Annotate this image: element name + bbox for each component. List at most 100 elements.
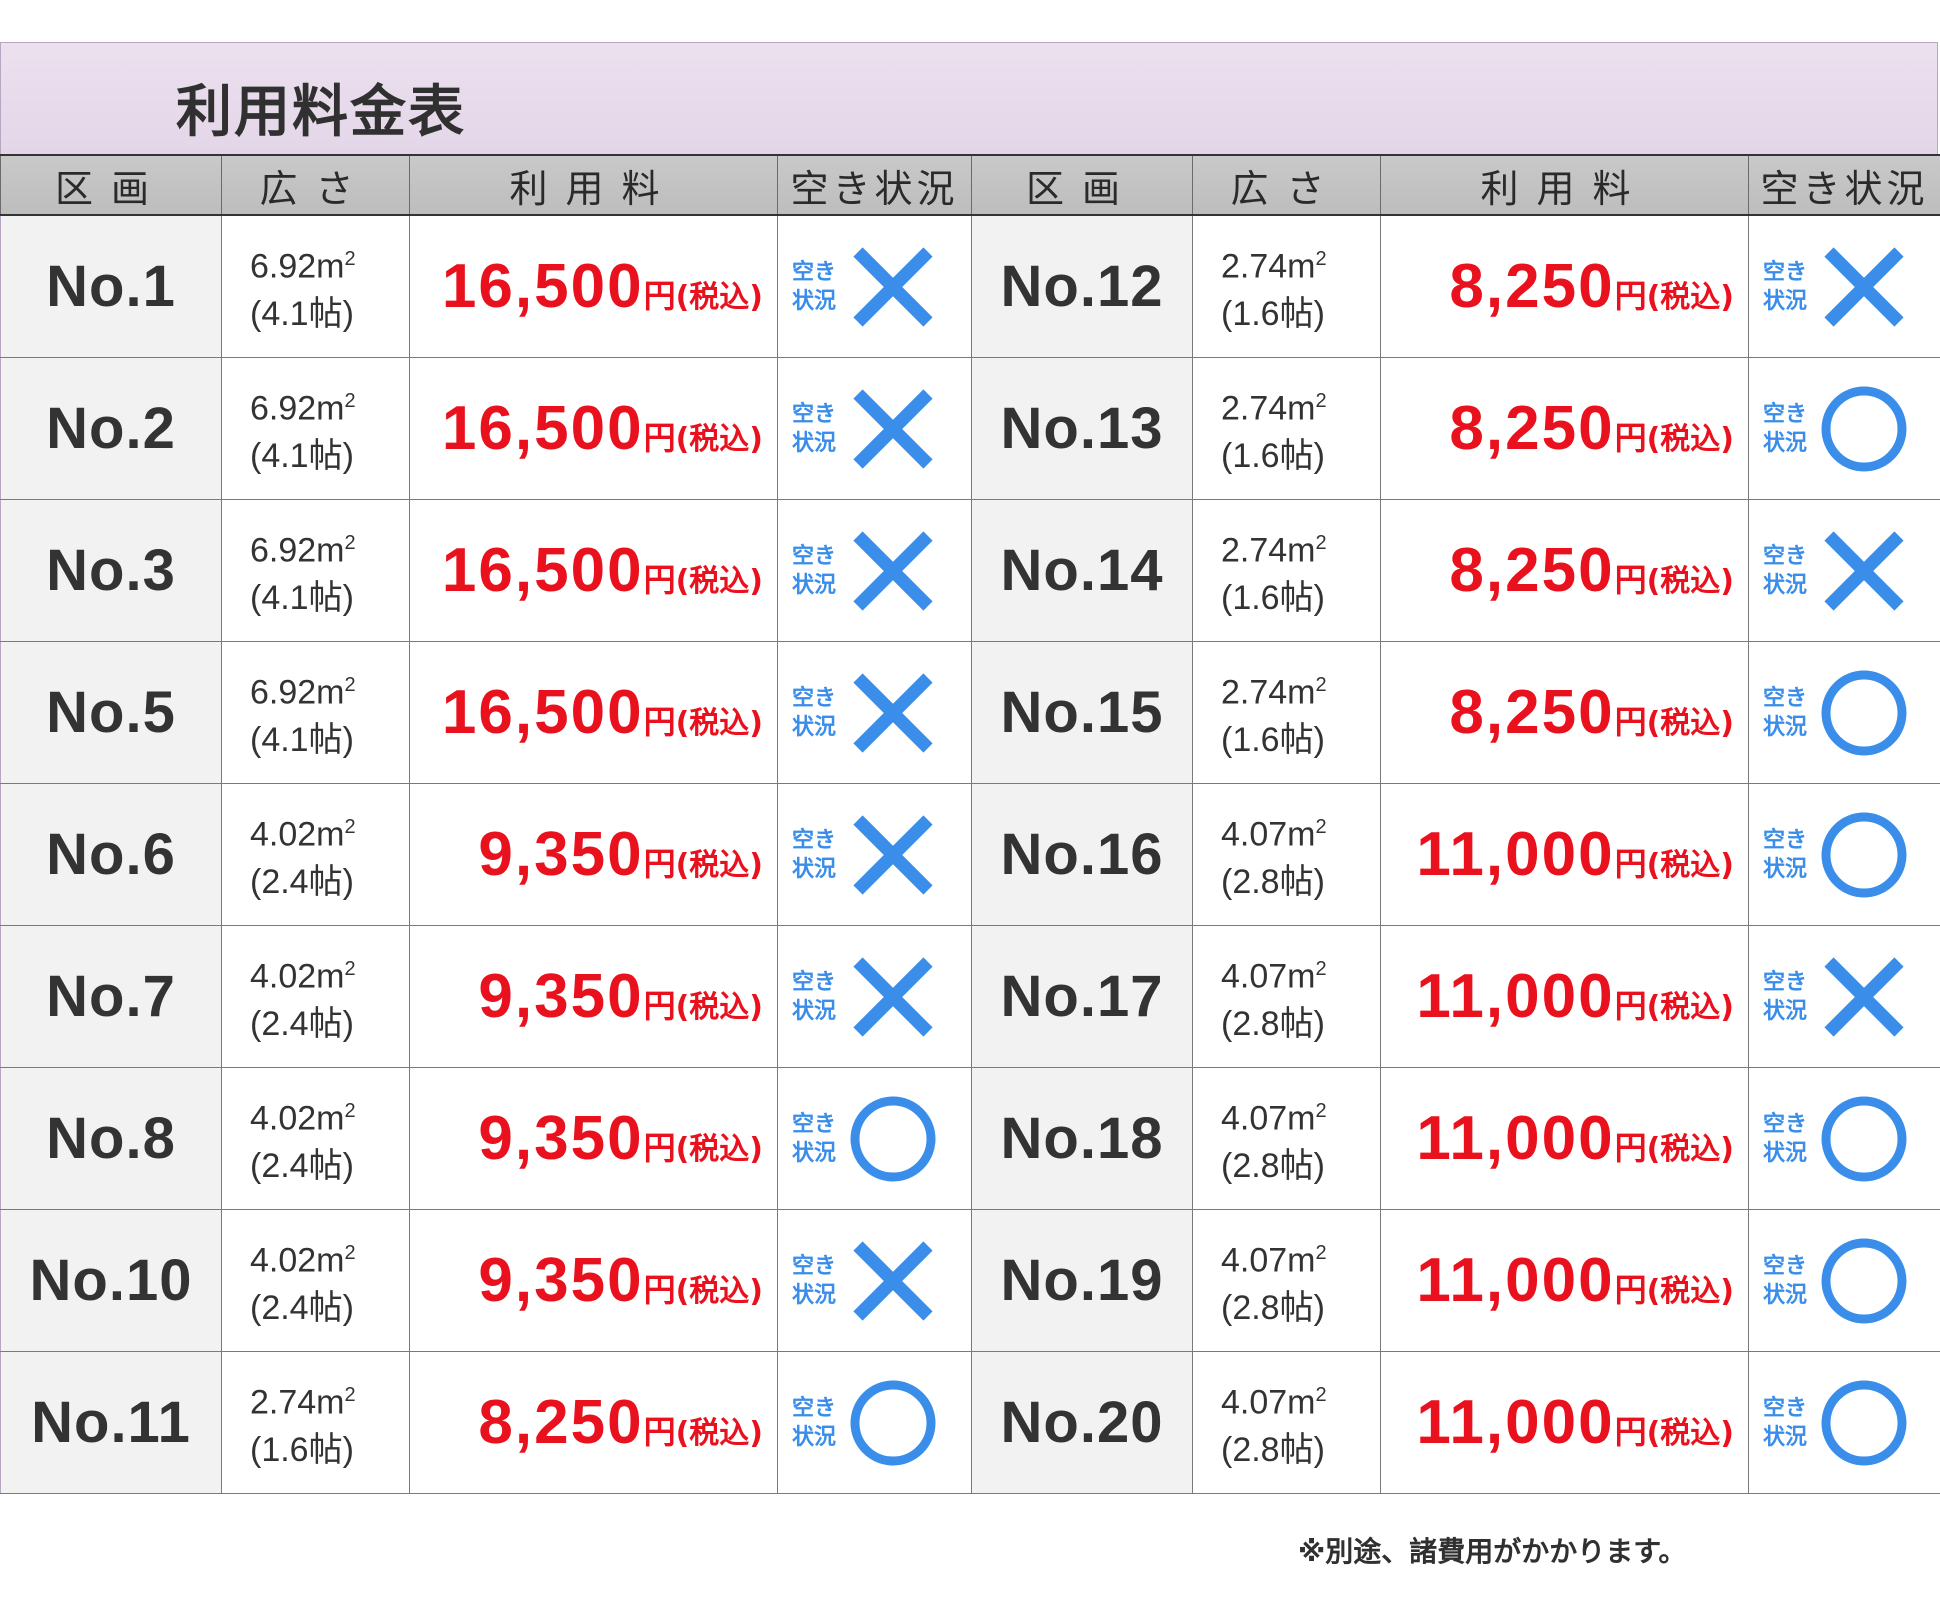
area-cell: 4.07m2 (2.8帖) xyxy=(1192,1351,1381,1494)
price-value: 8,250 xyxy=(1449,536,1615,605)
area-jo: (4.1帖) xyxy=(250,295,354,334)
unavailable-cross-icon xyxy=(853,957,933,1037)
section-number: No.14 xyxy=(971,499,1193,642)
available-circle-icon xyxy=(1821,1096,1907,1182)
unavailable-cross-icon xyxy=(853,815,933,895)
status-label-line1: 空き xyxy=(792,1112,837,1137)
area-superscript: 2 xyxy=(344,957,356,980)
unavailable-cross-icon xyxy=(853,247,933,327)
table-row: No.3 6.92m2 (4.1帖) 16,500円(税込) 空き 状況 No.14 2.74… xyxy=(0,499,1940,642)
price-table: 区画 広さ 利用料 空き状況 区画 広さ 利用料 空き状況 No.1 6.92m2… xyxy=(0,154,1940,1494)
section-number: No.7 xyxy=(0,925,222,1068)
price-tax: (税込) xyxy=(1646,422,1734,457)
table-row: No.2 6.92m2 (4.1帖) 16,500円(税込) 空き 状況 No.13 2.74… xyxy=(0,357,1940,500)
status-label: 空き 状況 xyxy=(792,400,836,458)
header-status: 空き状況 xyxy=(1748,154,1940,216)
price-value: 8,250 xyxy=(478,1388,644,1457)
area-superscript: 2 xyxy=(344,1241,356,1264)
area-m2: 2.74m xyxy=(1221,531,1316,570)
price-cell: 8,250円(税込) xyxy=(1380,641,1749,784)
area-superscript: 2 xyxy=(344,531,356,554)
price-value: 11,000 xyxy=(1416,820,1615,889)
price-value: 11,000 xyxy=(1416,962,1615,1031)
price-cell: 8,250円(税込) xyxy=(409,1351,778,1494)
area-jo: (2.8帖) xyxy=(1221,1147,1325,1186)
unavailable-cross-icon xyxy=(1824,531,1904,611)
area-jo: (2.8帖) xyxy=(1221,1431,1325,1470)
area-superscript: 2 xyxy=(1315,673,1327,696)
price-unit: 円 xyxy=(643,703,676,741)
price-tax: (税込) xyxy=(1646,1132,1734,1167)
price-unit: 円 xyxy=(1614,1413,1647,1451)
status-label: 空き 状況 xyxy=(792,542,836,600)
area-m2: 4.07m xyxy=(1221,1383,1316,1422)
status-label: 空き 状況 xyxy=(792,1110,836,1168)
price-unit: 円 xyxy=(643,561,676,599)
status-label-line1: 空き xyxy=(792,402,837,427)
area-superscript: 2 xyxy=(344,815,356,838)
status-label: 空き 状況 xyxy=(792,1394,836,1452)
area-cell: 2.74m2 (1.6帖) xyxy=(1192,214,1381,358)
unavailable-cross-icon xyxy=(853,1241,933,1321)
area-jo: (1.6帖) xyxy=(1221,295,1325,334)
available-circle-icon xyxy=(1821,386,1907,472)
status-label-line1: 空き xyxy=(1763,1254,1808,1279)
price-cell: 16,500円(税込) xyxy=(409,641,778,784)
price-value: 9,350 xyxy=(478,1246,644,1315)
area-superscript: 2 xyxy=(344,389,356,412)
section-number: No.20 xyxy=(971,1351,1193,1494)
status-label-line1: 空き xyxy=(1763,1396,1808,1421)
area-superscript: 2 xyxy=(1315,389,1327,412)
section-number: No.6 xyxy=(0,783,222,926)
price-tax: (税込) xyxy=(675,280,763,315)
price-value: 11,000 xyxy=(1416,1246,1615,1315)
area-m2: 2.74m xyxy=(1221,673,1316,712)
available-circle-icon xyxy=(1821,1380,1907,1466)
status-label: 空き 状況 xyxy=(1763,968,1807,1026)
unavailable-cross-icon xyxy=(1824,957,1904,1037)
status-label-line2: 状況 xyxy=(792,1283,837,1308)
availability-cell: 空き 状況 xyxy=(777,499,972,642)
area-m2: 4.07m xyxy=(1221,1099,1316,1138)
area-jo: (2.8帖) xyxy=(1221,1289,1325,1328)
area-jo: (2.8帖) xyxy=(1221,1005,1325,1044)
availability-cell: 空き 状況 xyxy=(1748,925,1940,1068)
price-tax: (税込) xyxy=(1646,990,1734,1025)
status-label: 空き 状況 xyxy=(1763,1252,1807,1310)
status-label: 空き 状況 xyxy=(1763,542,1807,600)
availability-cell: 空き 状況 xyxy=(777,641,972,784)
header-status: 空き状況 xyxy=(777,154,972,216)
area-superscript: 2 xyxy=(1315,1099,1327,1122)
price-cell: 11,000円(税込) xyxy=(1380,1067,1749,1210)
area-superscript: 2 xyxy=(1315,247,1327,270)
price-unit: 円 xyxy=(1614,1271,1647,1309)
price-unit: 円 xyxy=(1614,419,1647,457)
area-m2: 6.92m xyxy=(250,389,345,428)
price-value: 9,350 xyxy=(478,962,644,1031)
header-size: 広さ xyxy=(1192,154,1381,216)
price-tax: (税込) xyxy=(675,706,763,741)
section-number: No.10 xyxy=(0,1209,222,1352)
area-m2: 6.92m xyxy=(250,247,345,286)
status-label-line1: 空き xyxy=(792,686,837,711)
header-fee: 利用料 xyxy=(409,154,778,216)
price-tax: (税込) xyxy=(675,848,763,883)
price-unit: 円 xyxy=(1614,703,1647,741)
price-cell: 9,350円(税込) xyxy=(409,783,778,926)
price-cell: 8,250円(税込) xyxy=(1380,214,1749,358)
status-label-line2: 状況 xyxy=(1763,1141,1808,1166)
area-superscript: 2 xyxy=(1315,1241,1327,1264)
area-jo: (1.6帖) xyxy=(1221,437,1325,476)
availability-cell: 空き 状況 xyxy=(1748,1209,1940,1352)
area-m2: 4.02m xyxy=(250,1241,345,1280)
section-number: No.1 xyxy=(0,214,222,358)
price-tax: (税込) xyxy=(1646,848,1734,883)
area-m2: 4.07m xyxy=(1221,815,1316,854)
area-m2: 4.07m xyxy=(1221,1241,1316,1280)
area-jo: (2.4帖) xyxy=(250,1005,354,1044)
price-value: 8,250 xyxy=(1449,394,1615,463)
available-circle-icon xyxy=(1821,1238,1907,1324)
price-unit: 円 xyxy=(1614,1129,1647,1167)
section-number: No.18 xyxy=(971,1067,1193,1210)
area-cell: 4.07m2 (2.8帖) xyxy=(1192,783,1381,926)
